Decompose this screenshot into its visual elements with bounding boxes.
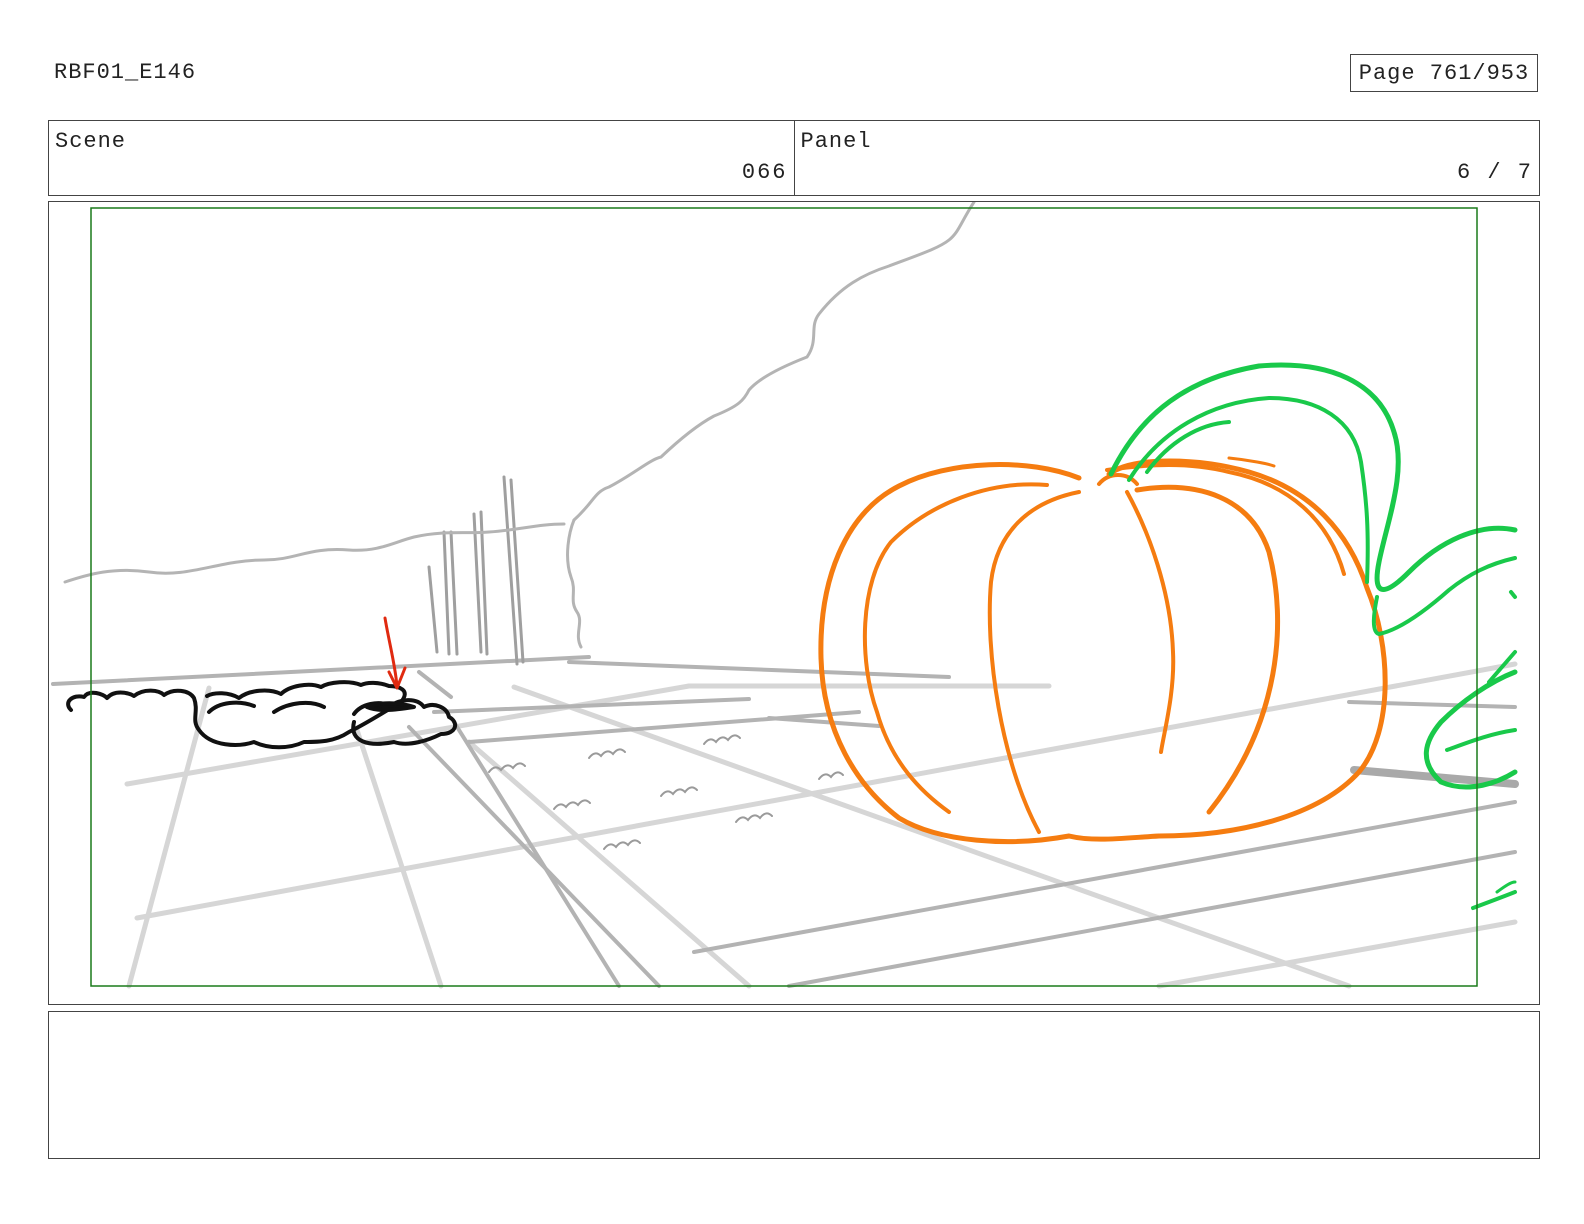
scene-panel-info-row: Scene 066 Panel 6 / 7 (48, 120, 1540, 196)
scene-number: 066 (741, 160, 788, 185)
page-number-box: Page 761/953 (1350, 54, 1538, 92)
storyboard-drawing (51, 202, 1519, 989)
pumpkin-drawing (818, 456, 1388, 845)
panel-cell: Panel 6 / 7 (793, 121, 1540, 195)
doc-id: RBF01_E146 (54, 60, 197, 85)
scene-label: Scene (55, 129, 127, 154)
panel-label: Panel (800, 129, 872, 154)
background-hills-sketch (63, 202, 976, 649)
fence-posts-sketch (427, 475, 525, 666)
safe-area-guide (90, 207, 1478, 987)
storyboard-frame (48, 201, 1540, 1005)
scene-cell: Scene 066 (49, 121, 794, 195)
ground-grid-sketch (51, 655, 1519, 989)
red-arrow-mark (383, 616, 407, 690)
panel-number: 6 / 7 (1456, 160, 1533, 185)
grass-tufts-sketch (488, 734, 844, 850)
notes-box (48, 1011, 1540, 1159)
